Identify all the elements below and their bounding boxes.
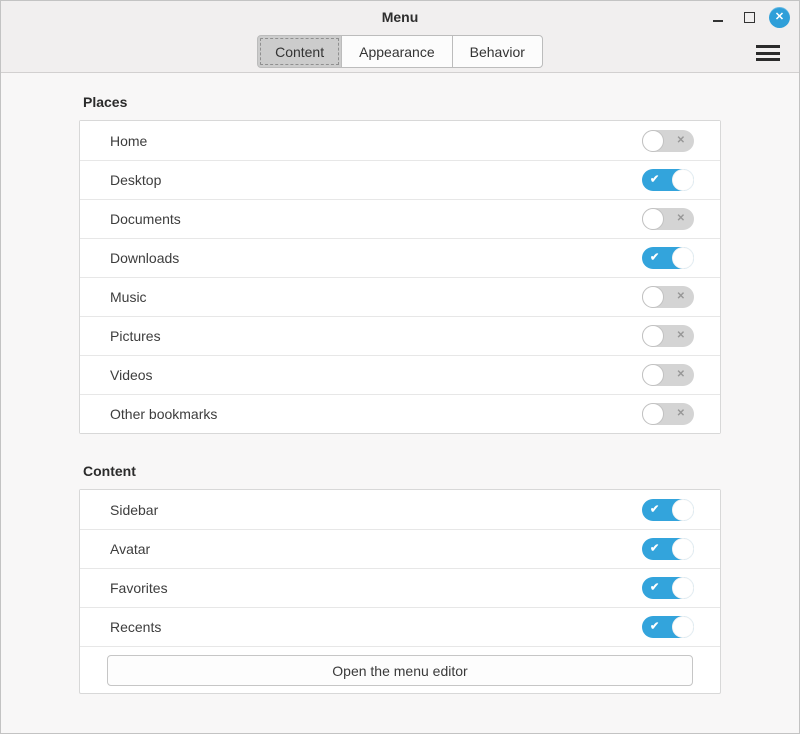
section-places: Places Home ✕ Desktop ✔ Documents ✕ Downloads ✔ M…	[79, 94, 721, 434]
row-label: Pictures	[110, 328, 642, 344]
list-item: Pictures ✕	[80, 316, 720, 355]
maximize-icon	[744, 12, 755, 23]
row-label: Music	[110, 289, 642, 305]
toggle-switch[interactable]: ✕	[642, 208, 694, 230]
check-icon: ✔	[650, 504, 659, 515]
row-label: Avatar	[110, 541, 642, 557]
toggle-switch[interactable]: ✕	[642, 364, 694, 386]
settings-content: Places Home ✕ Desktop ✔ Documents ✕ Downloads ✔ M…	[1, 73, 799, 733]
toggle-switch[interactable]: ✔	[642, 577, 694, 599]
toggle-switch[interactable]: ✕	[642, 403, 694, 425]
row-label: Documents	[110, 211, 642, 227]
row-label: Home	[110, 133, 642, 149]
settings-window: Menu ✕ Content Appearance Behavior Place…	[0, 0, 800, 734]
list-item: Sidebar ✔	[80, 490, 720, 529]
toggle-switch[interactable]: ✔	[642, 169, 694, 191]
toggle-knob	[672, 616, 694, 638]
tab-behavior[interactable]: Behavior	[452, 35, 543, 68]
check-icon: ✔	[650, 175, 659, 186]
row-label: Other bookmarks	[110, 406, 642, 422]
toggle-knob	[642, 364, 664, 386]
settings-list: Home✕Desktop✔Documents✕Downloads✔Music✕P…	[79, 120, 721, 434]
list-item: Recents ✔	[80, 607, 720, 646]
list-item: Favorites ✔	[80, 568, 720, 607]
toggle-knob	[642, 325, 664, 347]
toggle-switch[interactable]: ✔	[642, 499, 694, 521]
maximize-button[interactable]	[738, 6, 760, 28]
toggle-switch[interactable]: ✕	[642, 130, 694, 152]
tab-content[interactable]: Content	[257, 35, 342, 68]
x-icon: ✕	[677, 214, 685, 224]
toggle-switch[interactable]: ✕	[642, 325, 694, 347]
toggle-knob	[642, 403, 664, 425]
toggle-knob	[672, 169, 694, 191]
toggle-knob	[642, 130, 664, 152]
x-icon: ✕	[677, 409, 685, 419]
button-row: Open the menu editor	[80, 646, 720, 693]
tab-group: Content Appearance Behavior	[257, 35, 543, 68]
toggle-switch[interactable]: ✔	[642, 538, 694, 560]
x-icon: ✕	[677, 292, 685, 302]
row-label: Desktop	[110, 172, 642, 188]
list-item: Documents ✕	[80, 199, 720, 238]
list-item: Downloads ✔	[80, 238, 720, 277]
list-item: Avatar ✔	[80, 529, 720, 568]
check-icon: ✔	[650, 622, 659, 633]
toggle-knob	[672, 577, 694, 599]
minimize-icon	[713, 20, 723, 22]
tab-appearance[interactable]: Appearance	[341, 35, 453, 68]
row-label: Sidebar	[110, 502, 642, 518]
list-item: Videos ✕	[80, 355, 720, 394]
settings-list: Sidebar ✔ Avatar ✔ Favorites ✔ Recents ✔ Open th…	[79, 489, 721, 694]
close-button[interactable]: ✕	[769, 7, 790, 28]
window-title: Menu	[1, 1, 799, 33]
window-controls: ✕	[707, 1, 790, 33]
check-icon: ✔	[650, 544, 659, 555]
row-label: Downloads	[110, 250, 642, 266]
check-icon: ✔	[650, 253, 659, 264]
hamburger-menu-button[interactable]	[750, 33, 786, 73]
open-menu-editor-button[interactable]: Open the menu editor	[107, 655, 693, 686]
toggle-switch[interactable]: ✔	[642, 616, 694, 638]
list-item: Other bookmarks ✕	[80, 394, 720, 433]
toolbar: Content Appearance Behavior	[1, 33, 799, 73]
section-heading: Content	[83, 463, 721, 480]
x-icon: ✕	[677, 136, 685, 146]
list-item: Desktop ✔	[80, 160, 720, 199]
row-label: Videos	[110, 367, 642, 383]
x-icon: ✕	[677, 370, 685, 380]
toggle-knob	[672, 499, 694, 521]
toggle-switch[interactable]: ✕	[642, 286, 694, 308]
toggle-switch[interactable]: ✔	[642, 247, 694, 269]
x-icon: ✕	[677, 331, 685, 341]
check-icon: ✔	[650, 583, 659, 594]
section-heading: Places	[83, 94, 721, 111]
toggle-knob	[642, 208, 664, 230]
toggle-knob	[672, 538, 694, 560]
close-icon: ✕	[775, 7, 784, 28]
toggle-knob	[672, 247, 694, 269]
toggle-knob	[642, 286, 664, 308]
section-content: Content Sidebar ✔ Avatar ✔ Favorites ✔ Recents ✔…	[79, 463, 721, 694]
hamburger-icon	[756, 42, 780, 65]
list-item: Music ✕	[80, 277, 720, 316]
titlebar: Menu ✕	[1, 1, 799, 33]
minimize-button[interactable]	[707, 6, 729, 28]
row-label: Recents	[110, 619, 642, 635]
list-item: Home ✕	[80, 121, 720, 160]
row-label: Favorites	[110, 580, 642, 596]
